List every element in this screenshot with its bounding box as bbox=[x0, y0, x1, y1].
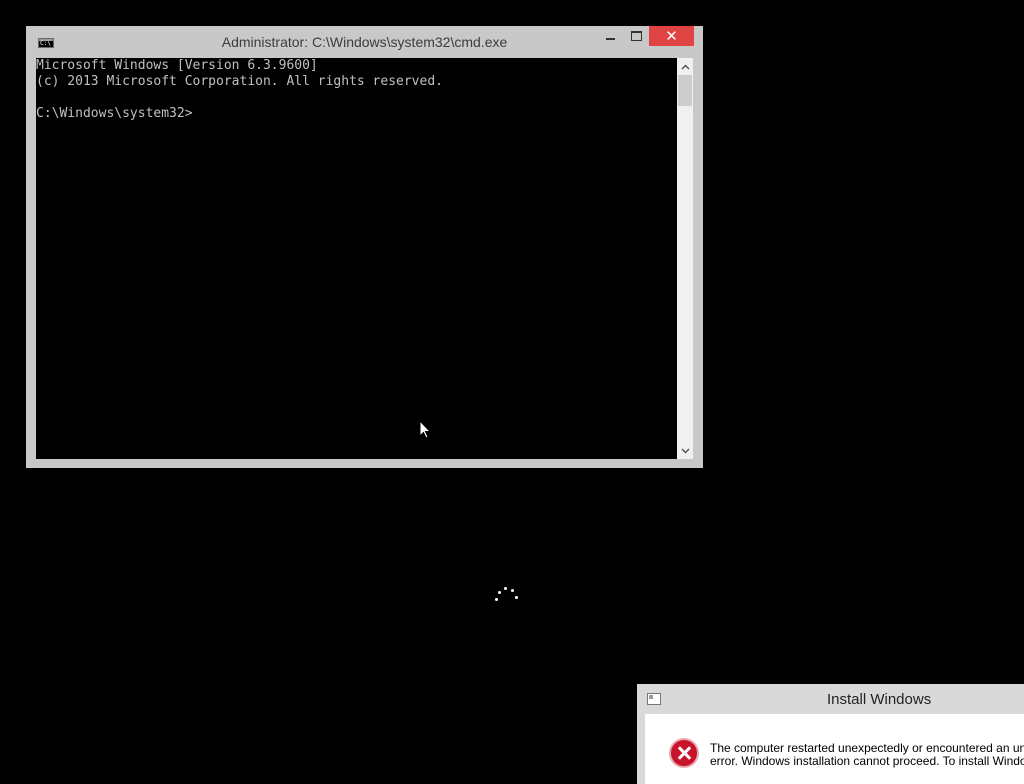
vertical-scrollbar[interactable] bbox=[677, 58, 693, 459]
error-icon bbox=[669, 738, 699, 768]
minimize-button[interactable] bbox=[598, 26, 622, 46]
minimize-icon bbox=[605, 38, 615, 40]
dialog-body: The computer restarted unexpectedly or e… bbox=[645, 714, 1024, 784]
close-button[interactable]: ✕ bbox=[649, 26, 694, 46]
chevron-up-icon bbox=[681, 64, 689, 69]
maximize-button[interactable] bbox=[624, 26, 648, 46]
console-line: (c) 2013 Microsoft Corporation. All righ… bbox=[36, 74, 443, 89]
command-prompt: C:\Windows\system32> bbox=[36, 106, 193, 121]
mouse-pointer-icon bbox=[419, 420, 431, 439]
dialog-title: Install Windows bbox=[827, 691, 932, 708]
scroll-thumb[interactable] bbox=[678, 75, 692, 106]
scroll-down-button[interactable] bbox=[677, 442, 693, 459]
scroll-up-button[interactable] bbox=[677, 58, 693, 75]
error-message-line: error. Windows installation cannot proce… bbox=[710, 754, 1024, 768]
cmd-titlebar[interactable]: Administrator: C:\Windows\system32\cmd.e… bbox=[26, 26, 703, 58]
setup-window-icon bbox=[647, 693, 661, 705]
dialog-titlebar[interactable]: Install Windows bbox=[637, 684, 1024, 714]
console-line: Microsoft Windows [Version 6.3.9600] bbox=[36, 58, 318, 73]
loading-spinner-icon bbox=[492, 585, 522, 607]
console-output[interactable]: Microsoft Windows [Version 6.3.9600] (c)… bbox=[36, 58, 677, 459]
cmd-window: Administrator: C:\Windows\system32\cmd.e… bbox=[26, 26, 703, 468]
chevron-down-icon bbox=[681, 448, 689, 453]
install-windows-dialog: Install Windows The computer restarted u… bbox=[637, 684, 1024, 784]
maximize-icon bbox=[630, 31, 642, 41]
close-icon: ✕ bbox=[665, 28, 678, 45]
